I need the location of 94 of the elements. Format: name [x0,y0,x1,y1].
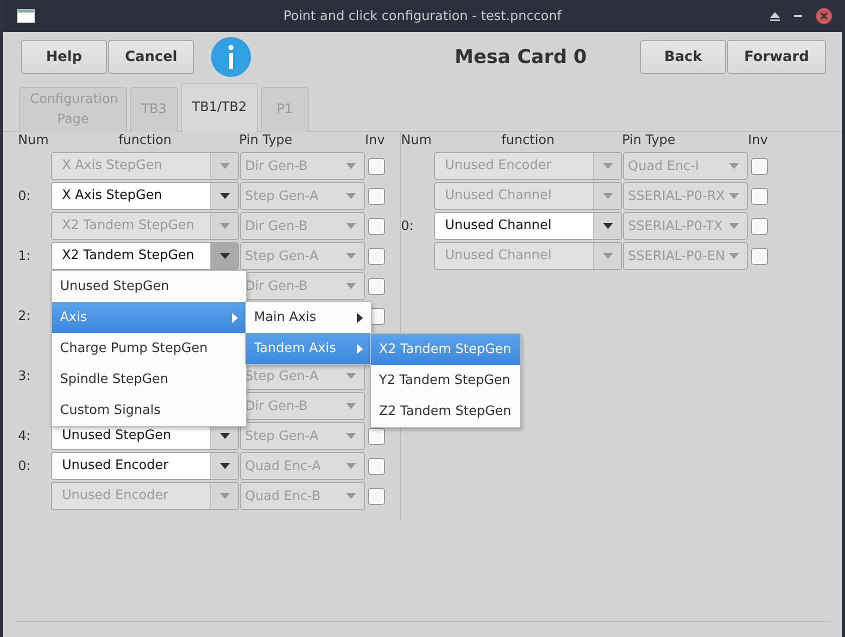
function-dropdown[interactable]: Unused Channel [434,242,622,270]
caret-down-icon [220,493,230,499]
menu-item[interactable]: Tandem Axis [246,333,371,364]
pin-type-dropdown[interactable]: Dir Gen-B [240,152,365,180]
invert-checkbox[interactable] [368,428,385,444]
row-number: 0: [18,458,32,474]
pin-type-dropdown[interactable]: Step Gen-A [240,422,365,450]
row-number: 1: [18,248,32,264]
caret-right-icon [357,312,363,322]
eject-icon[interactable] [770,12,780,20]
function-dropdown[interactable]: Unused Encoder [51,452,239,480]
pin-type-dropdown[interactable]: Quad Enc-I [623,152,748,180]
invert-checkbox[interactable] [368,458,385,474]
invert-checkbox[interactable] [368,218,385,234]
pin-type-dropdown[interactable]: SSERIAL-P0-TX [623,212,748,240]
menu-item[interactable]: Y2 Tandem StepGen [371,365,520,396]
row-number: 0: [18,188,32,204]
window-icon [17,9,35,23]
invert-checkbox[interactable] [368,188,385,204]
column-header: Inv [748,132,769,150]
caret-down-icon [602,163,612,169]
column-header: Pin Type [622,132,676,150]
caret-down-icon [346,463,356,469]
pin-type-dropdown[interactable]: SSERIAL-P0-RX [623,182,748,210]
column-header: function [117,132,173,150]
column-header: Num [401,132,433,150]
caret-down-icon [220,193,230,199]
row-number: 3: [18,368,32,384]
invert-checkbox[interactable] [751,158,768,174]
function-dropdown[interactable]: X Axis StepGen [51,152,239,180]
menu-item[interactable]: X2 Tandem StepGen [371,334,520,365]
caret-down-icon [220,163,230,169]
caret-down-icon [346,223,356,229]
pin-type-dropdown[interactable]: Dir Gen-B [240,212,365,240]
caret-down-icon [346,283,356,289]
function-dropdown[interactable]: X2 Tandem StepGen [51,242,239,270]
function-dropdown[interactable]: Unused Channel [434,182,622,210]
column-header: Inv [365,132,386,150]
toolbar-button[interactable]: Help [21,40,107,74]
tab[interactable]: TB1/TB2 [181,83,258,132]
row-number: 4: [18,428,32,444]
pin-type-dropdown[interactable]: Quad Enc-B [240,482,365,510]
caret-down-icon [346,493,356,499]
caret-right-icon [232,312,238,322]
pin-type-dropdown[interactable]: SSERIAL-P0-EN [623,242,748,270]
function-dropdown[interactable]: X Axis StepGen [51,182,239,210]
pin-type-dropdown[interactable]: Step Gen-A [240,242,365,270]
menu-item[interactable]: Main Axis [246,302,371,333]
caret-down-icon [346,373,356,379]
invert-checkbox[interactable] [368,158,385,174]
toolbar-button[interactable]: Back [640,40,726,74]
function-dropdown[interactable]: Unused Encoder [434,152,622,180]
caret-down-icon [729,253,739,259]
invert-checkbox[interactable] [751,218,768,234]
caret-down-icon [220,223,230,229]
row-number: 0: [401,218,415,234]
page-heading: Mesa Card 0 [454,46,588,68]
caret-down-icon [729,223,739,229]
column-header: function [500,132,556,150]
info-icon [211,37,252,77]
function-dropdown[interactable]: Unused Encoder [51,482,239,510]
caret-down-icon [220,463,230,469]
caret-down-icon [602,223,612,229]
close-icon[interactable] [816,8,832,24]
toolbar-button[interactable]: Cancel [108,40,194,74]
function-dropdown[interactable]: X2 Tandem StepGen [51,212,239,240]
caret-down-icon [346,163,356,169]
pin-type-dropdown[interactable]: Quad Enc-A [240,452,365,480]
pin-type-dropdown[interactable]: Step Gen-A [240,182,365,210]
invert-checkbox[interactable] [368,488,385,504]
caret-down-icon [346,433,356,439]
caret-down-icon [729,193,739,199]
function-dropdown[interactable]: Unused Channel [434,212,622,240]
invert-checkbox[interactable] [751,248,768,264]
column-header: Pin Type [239,132,294,150]
caret-down-icon [220,433,230,439]
caret-down-icon [220,253,230,259]
invert-checkbox[interactable] [368,248,385,264]
menu-item[interactable]: Axis [52,302,246,333]
caret-down-icon [346,253,356,259]
row-number: 2: [18,308,32,324]
caret-down-icon [729,163,739,169]
menu-item[interactable]: Z2 Tandem StepGen [371,396,520,427]
caret-right-icon [357,344,363,354]
caret-down-icon [346,403,356,409]
menu-item[interactable]: Charge Pump StepGen [52,333,246,364]
window-title: Point and click configuration - test.pncconf [282,8,563,24]
caret-down-icon [602,253,612,259]
invert-checkbox[interactable] [368,278,385,294]
toolbar-button[interactable]: Forward [727,40,826,74]
caret-down-icon [346,193,356,199]
column-header: Num [18,132,50,150]
caret-down-icon [602,193,612,199]
invert-checkbox[interactable] [751,188,768,204]
